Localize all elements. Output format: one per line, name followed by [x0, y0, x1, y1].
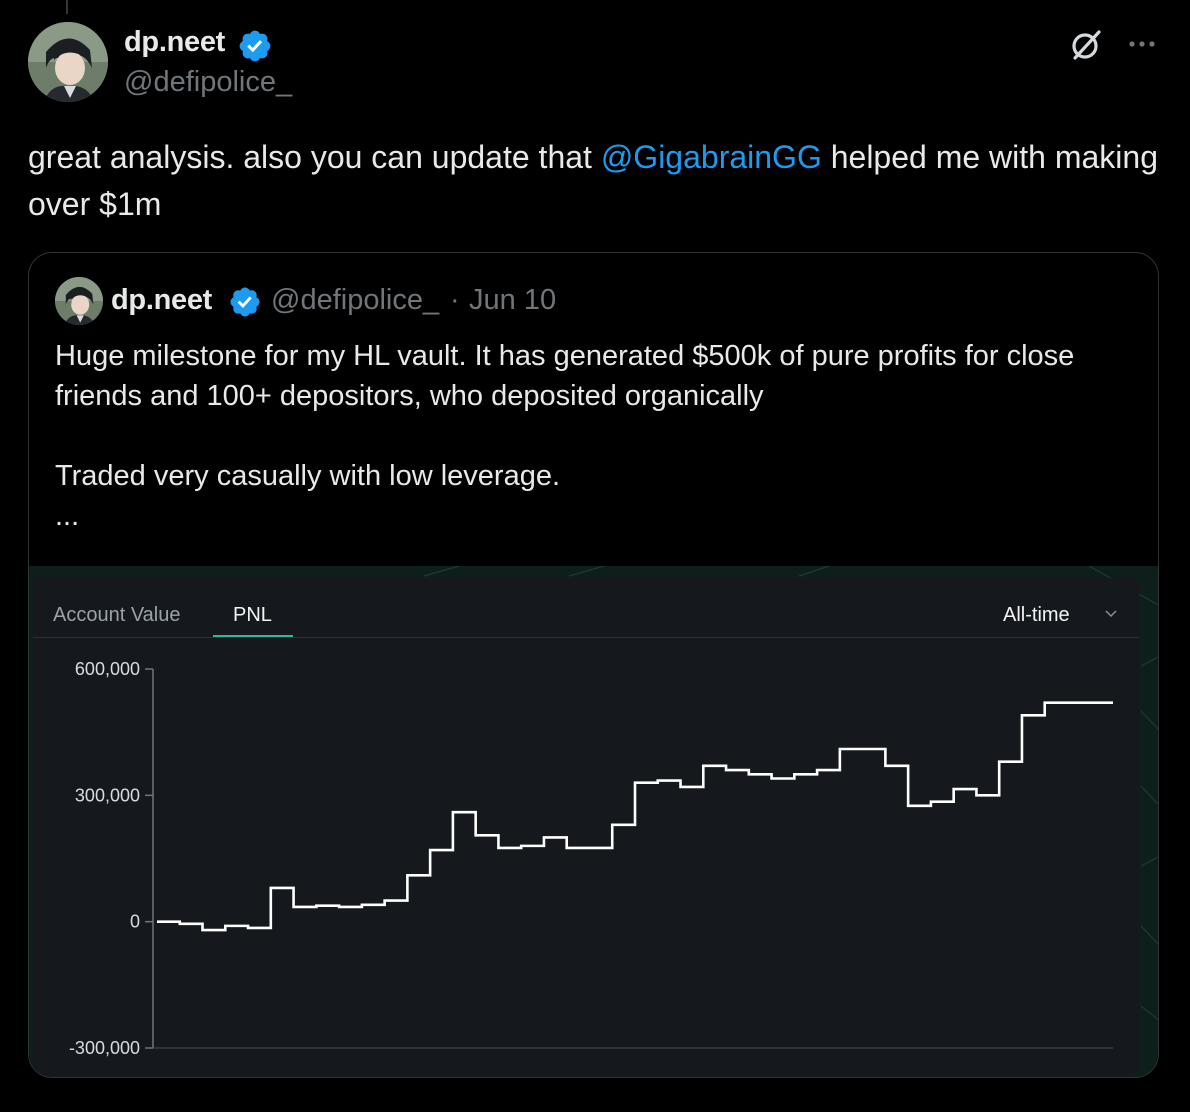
y-tick-label: 600,000: [75, 659, 140, 679]
quoted-tweet-text: Huge milestone for my HL vault. It has g…: [55, 336, 1135, 536]
quoted-author-name: dp.neet: [111, 284, 213, 316]
thread-connector-line: [66, 0, 68, 14]
chart-panel: Account Value PNL All-time 600,000 300,00…: [33, 578, 1139, 1075]
tweet-text-before: great analysis. also you can update that: [28, 139, 601, 175]
y-tick-label: -300,000: [69, 1038, 140, 1058]
author-name[interactable]: dp.neet: [124, 26, 225, 59]
quoted-verified-badge-icon: [230, 287, 260, 317]
show-more-ellipsis: ...: [55, 500, 80, 532]
verified-badge-icon: [239, 30, 271, 62]
quoted-author-avatar: [55, 277, 103, 325]
author-avatar[interactable]: [28, 22, 108, 102]
quoted-tweet-card[interactable]: dp.neet @defipolice_ · Jun 10 Huge miles…: [28, 252, 1159, 1078]
quoted-paragraph-2: Traded very casually with low leverage.: [55, 460, 561, 492]
quoted-dot-separator: ·: [450, 284, 460, 316]
pnl-series-line: [157, 701, 1113, 932]
tweet-text: great analysis. also you can update that…: [28, 134, 1158, 228]
time-range-select[interactable]: All-time: [1003, 604, 1070, 627]
mention-link[interactable]: @GigabrainGG: [601, 139, 822, 175]
author-handle[interactable]: @defipolice_: [124, 66, 292, 99]
tab-pnl[interactable]: PNL: [233, 604, 272, 627]
more-options-icon[interactable]: [1124, 30, 1160, 58]
chevron-down-icon[interactable]: [1103, 605, 1119, 621]
tab-account-value[interactable]: Account Value: [53, 604, 181, 627]
quoted-paragraph-1: Huge milestone for my HL vault. It has g…: [55, 340, 1075, 412]
pnl-chart-image[interactable]: Account Value PNL All-time 600,000 300,00…: [29, 566, 1158, 1077]
quoted-author-handle: @defipolice_: [271, 284, 440, 316]
y-tick-label: 0: [130, 912, 140, 932]
grok-icon[interactable]: [1068, 27, 1104, 63]
pnl-chart: 600,000 300,000 0 -300,000: [69, 659, 1113, 1058]
quoted-date: Jun 10: [469, 284, 557, 316]
y-tick-label: 300,000: [75, 785, 140, 805]
